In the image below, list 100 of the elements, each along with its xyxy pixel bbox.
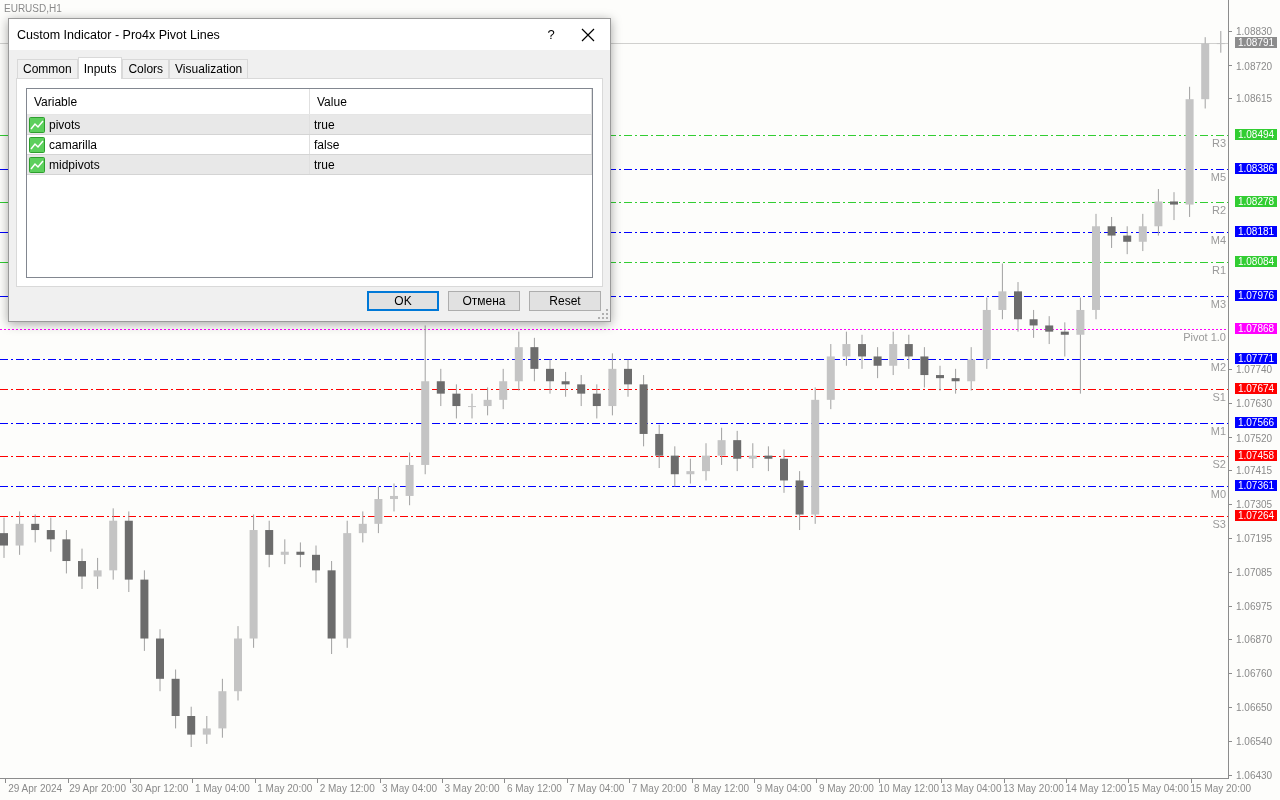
time-label: 7 May 04:00: [569, 783, 625, 794]
candle: [686, 458, 695, 485]
candle: [1170, 191, 1178, 221]
price-label: 1.07740: [1236, 364, 1273, 376]
resize-grip-icon[interactable]: [598, 309, 608, 319]
candle: [1216, 30, 1225, 54]
candle: [1154, 188, 1163, 237]
level-label: R1: [1211, 264, 1226, 277]
price-tag: 1.08181: [1235, 226, 1277, 238]
candle: [514, 331, 523, 392]
level-label: M0: [1210, 488, 1226, 501]
candle: [842, 331, 851, 367]
candle: [1014, 281, 1022, 333]
time-label: 13 May 20:00: [1003, 783, 1064, 794]
tab[interactable]: Common: [17, 59, 78, 78]
price-tag: 1.08084: [1235, 256, 1277, 268]
candle: [748, 442, 757, 469]
column-header[interactable]: Value: [310, 89, 592, 114]
candle: [78, 548, 86, 590]
candle: [826, 343, 835, 410]
candle: [655, 424, 664, 469]
candle: [62, 529, 71, 574]
close-icon[interactable]: [580, 26, 596, 43]
candle: [577, 374, 586, 407]
candle: [624, 359, 632, 398]
price-label: 1.06870: [1236, 634, 1273, 645]
price-tag: 1.08386: [1235, 162, 1277, 174]
price-label: 1.06650: [1236, 702, 1273, 714]
time-label: 3 May 20:00: [444, 783, 500, 794]
price-label: 1.06540: [1236, 736, 1273, 748]
price-label: 1.06760: [1236, 668, 1273, 680]
candle: [436, 368, 445, 407]
time-label: 2 May 12:00: [319, 783, 375, 794]
price-tag: 1.07361: [1235, 480, 1277, 492]
chart-symbol: EURUSD,H1: [4, 3, 62, 14]
price-label: 1.07520: [1236, 432, 1273, 444]
time-label: 10 May 12:00: [878, 783, 940, 794]
price-label: 1.08615: [1236, 93, 1273, 105]
indicator-icon: [29, 156, 45, 173]
table-cell: pivots: [49, 117, 81, 132]
candle: [1060, 321, 1069, 357]
candle: [936, 365, 944, 392]
candle: [468, 393, 476, 419]
time-label: 15 May 20:00: [1190, 783, 1252, 794]
table-cell: camarilla: [49, 137, 97, 152]
candle: [608, 352, 617, 416]
candle: [967, 346, 976, 392]
time-label: 9 May 04:00: [756, 783, 812, 794]
candle: [733, 430, 742, 472]
dialog-title: Custom Indicator - Pro4x Pivot Lines: [17, 27, 221, 42]
table-cell: true: [310, 155, 592, 174]
time-label: 30 Apr 12:00: [131, 783, 189, 794]
candle: [265, 520, 274, 568]
candle: [374, 486, 383, 534]
candle: [702, 442, 710, 481]
candle: [0, 517, 8, 559]
level-label: S1: [1212, 391, 1226, 404]
tab[interactable]: Colors: [122, 59, 170, 78]
candle: [202, 715, 211, 745]
price-tag: 1.08278: [1235, 196, 1277, 208]
dialog-button[interactable]: Отмена: [448, 291, 520, 311]
candle: [1029, 309, 1038, 339]
level-label: M5: [1210, 170, 1226, 183]
tab[interactable]: Visualization: [169, 59, 249, 78]
table-cell: false: [310, 135, 592, 154]
dialog-button[interactable]: Reset: [529, 291, 601, 311]
price-label: 1.07195: [1236, 533, 1273, 545]
candle: [1045, 315, 1054, 345]
candle: [405, 452, 414, 506]
price-label: 1.06430: [1236, 770, 1273, 782]
level-label: S3: [1212, 518, 1226, 531]
candle: [530, 337, 539, 382]
candle: [15, 510, 24, 556]
candle: [998, 262, 1007, 320]
candle: [358, 510, 367, 543]
price-tag: 1.07264: [1235, 510, 1277, 522]
candle: [889, 331, 898, 376]
candle: [951, 368, 960, 395]
price-label: 1.07415: [1236, 465, 1273, 477]
time-label: 9 May 20:00: [818, 783, 874, 794]
candle: [280, 538, 289, 565]
dialog-button[interactable]: OK: [367, 291, 439, 311]
candle: [717, 427, 726, 466]
indicator-icon: [29, 136, 45, 153]
candle: [780, 448, 788, 494]
help-button[interactable]: ?: [536, 27, 566, 42]
price-tag: 1.07458: [1235, 450, 1277, 462]
candle: [312, 545, 320, 584]
price-label: 1.08830: [1236, 26, 1273, 38]
candle: [873, 346, 882, 379]
tab[interactable]: Inputs: [77, 57, 123, 79]
time-label: 3 May 04:00: [382, 783, 438, 794]
price-label: 1.07305: [1236, 499, 1273, 511]
candle: [499, 368, 508, 410]
candle: [546, 359, 554, 395]
current-price-tag: 1.08791: [1235, 37, 1277, 49]
candle: [904, 334, 913, 370]
price-tag: 1.07771: [1235, 353, 1277, 365]
candle: [390, 483, 398, 512]
column-header[interactable]: Variable: [27, 89, 310, 114]
